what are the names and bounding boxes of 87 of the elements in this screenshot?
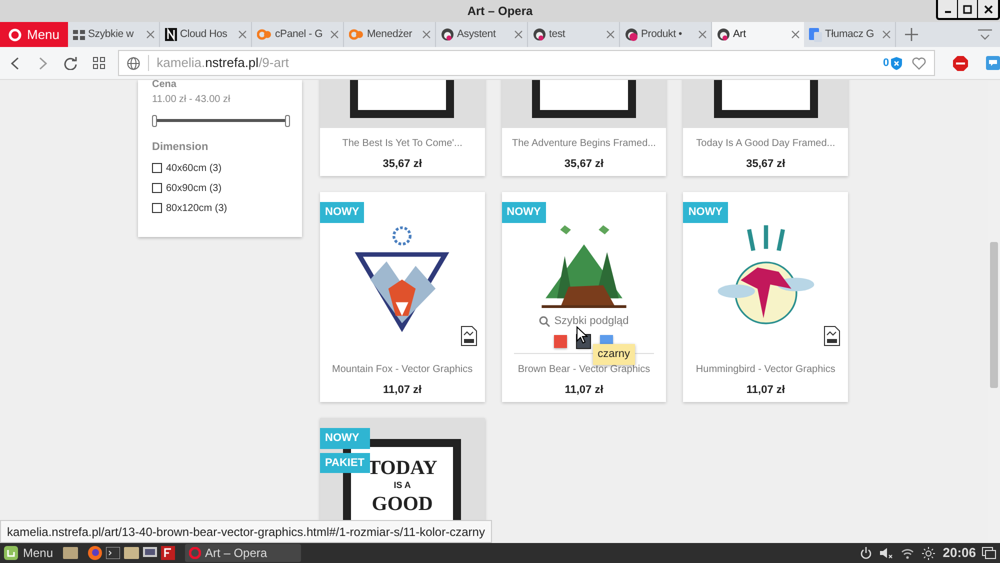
mint-logo-icon: [4, 546, 18, 560]
maximize-icon: [963, 4, 972, 14]
product-price: 11,07 zł: [383, 383, 422, 398]
close-icon[interactable]: [791, 30, 800, 39]
dimension-option[interactable]: 40x60cm (3): [166, 160, 222, 176]
tab-favicon-icon: [441, 28, 454, 41]
close-icon[interactable]: [882, 30, 891, 39]
product-badge: PAKIET: [320, 452, 370, 473]
window-title: Art – Opera: [467, 3, 533, 20]
status-url: kamelia.nstrefa.pl/art/13-40-brown-bear-vector-graphics.html#/1-rozmiar-s/11-kolor-czarny: [0, 520, 492, 543]
dimension-option[interactable]: 80x120cm (3): [166, 200, 228, 216]
start-menu-button[interactable]: Menu: [0, 544, 54, 562]
product-badge: NOWY: [320, 202, 364, 222]
search-icon: [539, 316, 550, 327]
close-icon[interactable]: [422, 30, 431, 39]
poster-text: IS A: [394, 479, 411, 492]
close-icon[interactable]: [330, 30, 339, 39]
show-desktop-icon[interactable]: [982, 547, 996, 559]
product-badge: NOWY: [502, 202, 546, 222]
address-field[interactable]: kamelia.nstrefa.pl/9-art 0: [118, 50, 936, 76]
slider-handle[interactable]: [152, 115, 157, 127]
browser-tab[interactable]: Art: [712, 22, 804, 47]
tab-favicon-icon: [809, 28, 822, 42]
close-icon[interactable]: [606, 30, 615, 39]
product-name[interactable]: Today Is A Good Day Framed...: [696, 136, 836, 151]
taskbar-window-button[interactable]: Art – Opera: [185, 544, 302, 562]
checkbox[interactable]: [152, 163, 162, 173]
power-icon[interactable]: [860, 547, 872, 559]
price-slider[interactable]: [152, 115, 290, 127]
tab-favicon-icon: [533, 28, 546, 41]
product-price: 35,67 zł: [746, 157, 786, 172]
close-icon[interactable]: [146, 30, 155, 39]
blocked-count: 0: [882, 56, 890, 71]
checkbox[interactable]: [152, 183, 162, 193]
tab-favicon-icon: [625, 28, 638, 41]
slider-handle[interactable]: [285, 115, 290, 127]
volume-muted-icon[interactable]: [880, 547, 893, 559]
poster-text: GOOD: [372, 492, 433, 514]
product-price: 35,67 zł: [564, 157, 604, 172]
ring-logo-icon: [8, 28, 22, 42]
price-heading: Cena: [152, 80, 178, 90]
browser-icon[interactable]: [88, 546, 102, 560]
close-icon[interactable]: [514, 30, 523, 39]
monitor-icon[interactable]: [143, 546, 158, 560]
product-badge: NOWY: [320, 428, 370, 448]
url-text: kamelia.nstrefa.pl/9-art: [156, 54, 289, 72]
wifi-icon[interactable]: [900, 548, 914, 558]
product-name[interactable]: Hummingbird - Vector Graphics: [696, 362, 836, 377]
chat-icon[interactable]: [986, 56, 1000, 70]
adblock-icon[interactable]: [953, 56, 968, 70]
heart-icon[interactable]: [912, 56, 926, 70]
tab-favicon-icon: [717, 28, 730, 41]
folder-icon[interactable]: [63, 547, 78, 559]
close-icon[interactable]: [698, 30, 707, 39]
clock: 20:06: [942, 544, 976, 562]
color-tooltip: czarny: [592, 344, 636, 364]
globe-icon: [126, 56, 140, 70]
price-range: 11.00 zł - 43.00 zł: [152, 93, 232, 107]
terminal-icon[interactable]: [106, 547, 120, 559]
tab-favicon-icon: [257, 29, 272, 40]
mouse-cursor-icon: [576, 326, 588, 344]
close-icon[interactable]: [238, 30, 247, 39]
opera-menu-button[interactable]: Menu: [0, 22, 68, 47]
brightness-icon[interactable]: [922, 546, 935, 560]
product-badge: NOWY: [683, 202, 728, 222]
dimension-heading: Dimension: [152, 140, 210, 155]
dimension-option[interactable]: 60x90cm (3): [166, 180, 222, 196]
shield-icon[interactable]: [891, 56, 902, 70]
ftp-client-icon[interactable]: [161, 546, 176, 560]
poster-text: TODAY: [367, 457, 438, 479]
product-price: 11,07 zł: [746, 383, 785, 398]
checkbox[interactable]: [152, 203, 162, 213]
product-name[interactable]: The Best Is Yet To Come'...: [342, 136, 462, 151]
color-swatch[interactable]: [554, 334, 568, 348]
product-price: 35,67 zł: [382, 157, 422, 172]
tab-favicon-icon: [349, 29, 364, 40]
quick-view-link[interactable]: Szybki podgląd: [539, 313, 629, 330]
product-name[interactable]: The Adventure Begins Framed...: [512, 136, 656, 151]
ring-logo-icon: [189, 547, 202, 559]
product-price: 11,07 zł: [564, 383, 604, 398]
close-icon: [984, 4, 992, 14]
product-name[interactable]: Mountain Fox - Vector Graphics: [332, 362, 473, 377]
product-name[interactable]: Brown Bear - Vector Graphics: [518, 362, 650, 377]
tab-favicon-icon: [165, 28, 177, 41]
scrollbar-thumb[interactable]: [990, 242, 998, 388]
tab-favicon-icon: [73, 30, 85, 40]
folder-icon[interactable]: [124, 547, 140, 559]
